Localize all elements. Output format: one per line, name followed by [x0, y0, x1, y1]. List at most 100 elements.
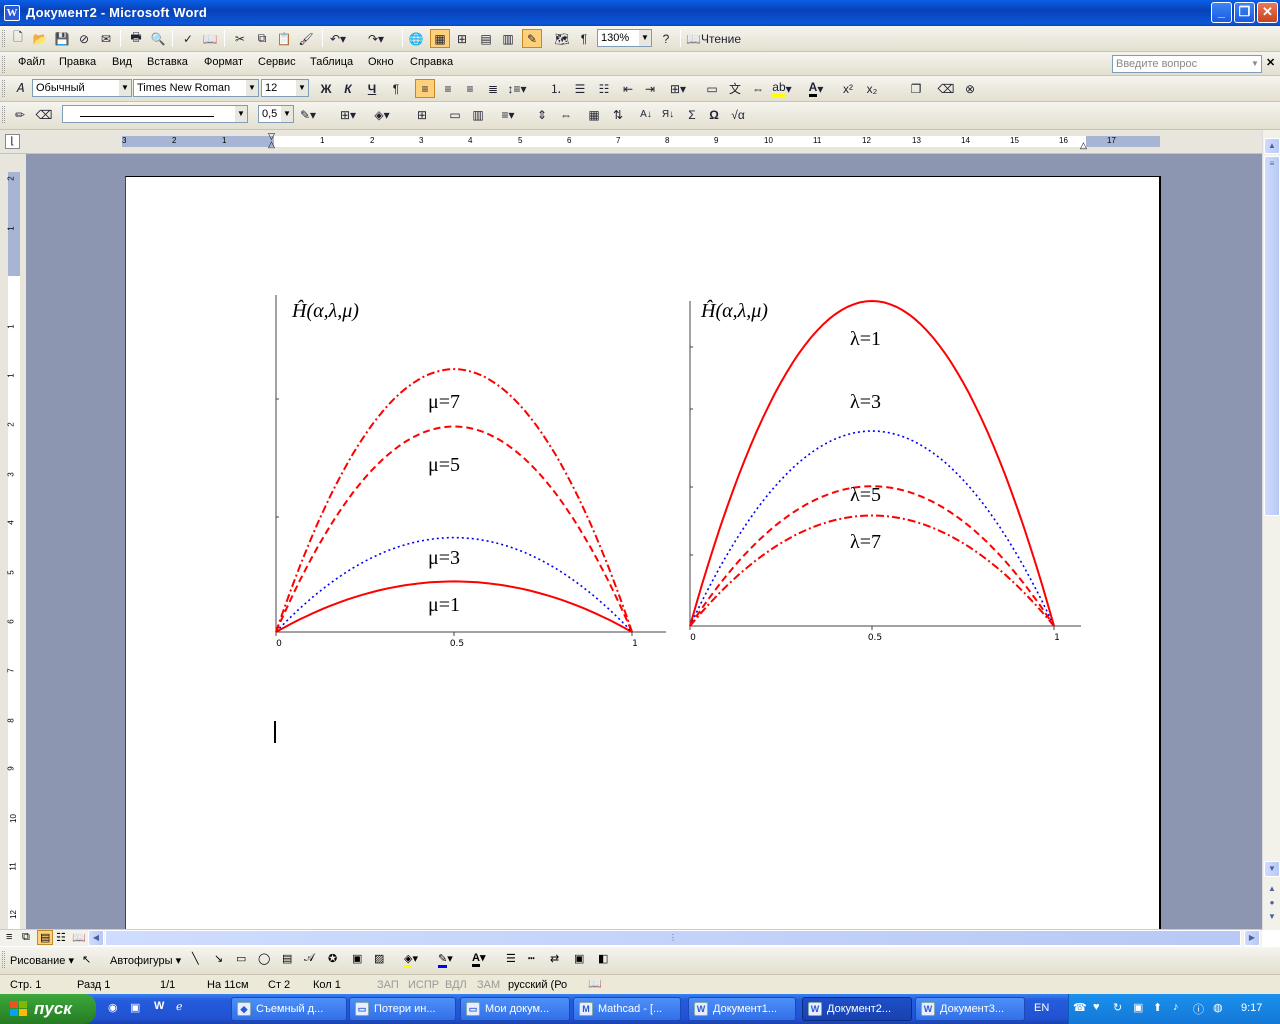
- align-center-button[interactable]: ≡: [438, 79, 458, 98]
- paste-icon[interactable]: 📋: [274, 29, 294, 48]
- status-ext[interactable]: ВДЛ: [445, 979, 467, 991]
- menu-window[interactable]: Окно: [368, 56, 394, 68]
- dash-style-icon[interactable]: ┅: [528, 952, 535, 965]
- numbering-icon[interactable]: ⒈: [546, 79, 566, 98]
- align-left-button[interactable]: ≡: [415, 79, 435, 98]
- menu-file[interactable]: Файл: [18, 56, 45, 68]
- task-document3[interactable]: W Документ3...: [915, 997, 1025, 1021]
- status-language[interactable]: русский (Ро: [508, 979, 567, 991]
- scroll-left-button[interactable]: ◀: [88, 930, 104, 946]
- scroll-up-button[interactable]: ▲: [1264, 138, 1280, 154]
- menu-view[interactable]: Вид: [112, 56, 132, 68]
- close-document-icon[interactable]: ✕: [1266, 56, 1275, 69]
- insert-excel-icon[interactable]: ▤: [476, 29, 496, 48]
- tray-info-icon[interactable]: ⓘ: [1193, 1001, 1204, 1017]
- picture-icon[interactable]: ▨: [374, 952, 384, 965]
- minimize-button[interactable]: _: [1211, 2, 1232, 23]
- hscroll-thumb[interactable]: ⋮: [105, 930, 1241, 946]
- document-map-icon[interactable]: 🗺: [552, 29, 572, 48]
- arrow-tool-icon[interactable]: ↘: [214, 952, 223, 965]
- distribute-cols-icon[interactable]: ⇔: [556, 105, 576, 124]
- menu-format[interactable]: Формат: [204, 56, 243, 68]
- sort-ascending-icon[interactable]: А↓: [636, 105, 656, 124]
- select-objects-icon[interactable]: ↖: [82, 953, 91, 966]
- cut-icon[interactable]: ✂: [230, 29, 250, 48]
- task-losses[interactable]: ▭ Потери ин...: [349, 997, 456, 1021]
- textbox-tool-icon[interactable]: ▤: [282, 952, 292, 965]
- rectangle-tool-icon[interactable]: ▭: [236, 952, 246, 965]
- scroll-thumb[interactable]: ≡: [1264, 156, 1280, 516]
- text-direction-icon[interactable]: ⇅: [608, 105, 628, 124]
- outside-border-icon[interactable]: ⊞▾: [338, 105, 358, 124]
- superscript-icon[interactable]: x²: [838, 79, 858, 98]
- reject-icon[interactable]: ⊗: [960, 79, 980, 98]
- menu-help[interactable]: Справка: [410, 56, 453, 68]
- font-color-icon[interactable]: A ▾: [806, 79, 826, 98]
- arrow-style-icon[interactable]: ⇄: [550, 952, 559, 965]
- horizontal-scrollbar[interactable]: ≡ ⧉ ▤ ☷ 📖 ◀ ⋮ ▶: [0, 929, 1262, 946]
- tray-volume-icon[interactable]: ♪: [1173, 1001, 1179, 1013]
- open-folder-icon[interactable]: 📂: [30, 29, 50, 48]
- research-icon[interactable]: 📖: [200, 29, 220, 48]
- redo-icon[interactable]: ↷▾: [366, 29, 386, 48]
- italic-button[interactable]: К: [338, 79, 358, 98]
- print-preview-icon[interactable]: 🔍: [148, 29, 168, 48]
- pilcrow-icon[interactable]: ¶: [386, 79, 406, 98]
- wordart-icon[interactable]: 𝒜: [304, 952, 314, 965]
- diagram-icon[interactable]: ✪: [328, 952, 337, 965]
- quicklaunch-opera-icon[interactable]: ◉: [108, 1001, 118, 1014]
- equation-icon[interactable]: √α: [728, 105, 748, 124]
- merge-cells-icon[interactable]: ▭: [445, 105, 465, 124]
- insert-table-icon-2[interactable]: ⊞: [412, 105, 432, 124]
- styles-pane-icon[interactable]: ❐: [906, 79, 926, 98]
- quicklaunch-save-icon[interactable]: ▣: [130, 1001, 140, 1014]
- autoformat-icon[interactable]: ▦: [584, 105, 604, 124]
- underline-button[interactable]: Ч: [362, 79, 382, 98]
- align-cell-icon[interactable]: ≡▾: [498, 105, 518, 124]
- status-rec[interactable]: ЗАП: [377, 979, 399, 991]
- line-style-icon[interactable]: ☰: [506, 952, 516, 965]
- styles-icon[interactable]: 𝐴: [10, 79, 30, 98]
- tray-sync-icon[interactable]: ↻: [1113, 1001, 1122, 1014]
- tray-globe-icon[interactable]: ◍: [1213, 1001, 1223, 1014]
- help-question-input[interactable]: Введите вопрос ▼: [1112, 55, 1262, 73]
- outline-icon[interactable]: ☷: [594, 79, 614, 98]
- decrease-indent-icon[interactable]: ⇤: [618, 79, 638, 98]
- quicklaunch-ie-icon[interactable]: ℯ: [176, 1000, 183, 1013]
- task-mathcad[interactable]: M Mathcad - [...: [573, 997, 681, 1021]
- reading-mode-button[interactable]: 📖 Чтение: [686, 29, 750, 48]
- menu-edit[interactable]: Правка: [59, 56, 96, 68]
- line-color-icon[interactable]: ✎▾: [438, 952, 453, 968]
- email-icon[interactable]: ✉: [96, 29, 116, 48]
- print-icon[interactable]: 🖶: [126, 29, 146, 48]
- align-right-button[interactable]: ≡: [460, 79, 480, 98]
- tray-shield-icon[interactable]: ♥: [1093, 1001, 1100, 1013]
- eraser-icon[interactable]: ⌫: [34, 105, 54, 124]
- tray-arrow-icon[interactable]: ⬆: [1153, 1001, 1162, 1014]
- bullets-icon[interactable]: ☰: [570, 79, 590, 98]
- language-indicator[interactable]: EN: [1034, 1002, 1049, 1014]
- first-line-indent-marker[interactable]: ▽ △: [268, 132, 275, 149]
- word-app-icon[interactable]: W: [4, 5, 20, 21]
- tray-app-icon[interactable]: ▣: [1133, 1001, 1143, 1014]
- restore-button[interactable]: ❐: [1234, 2, 1255, 23]
- sort-descending-icon[interactable]: Я↓: [658, 105, 678, 124]
- split-cells-icon[interactable]: ▥: [468, 105, 488, 124]
- menu-table[interactable]: Таблица: [310, 56, 353, 68]
- format-painter-icon[interactable]: 🖌: [296, 29, 316, 48]
- bold-button[interactable]: Ж: [316, 79, 336, 98]
- show-hide-icon[interactable]: ¶: [574, 29, 594, 48]
- status-ovr[interactable]: ЗАМ: [477, 979, 500, 991]
- undo-icon[interactable]: ↶▾: [328, 29, 348, 48]
- new-document-icon[interactable]: 🗋: [8, 29, 28, 48]
- 3d-icon[interactable]: ◧: [598, 952, 608, 965]
- scroll-right-button[interactable]: ▶: [1244, 930, 1260, 946]
- asian-layout-icon[interactable]: 文: [725, 79, 745, 98]
- char-scale-icon[interactable]: ⇔: [748, 79, 768, 98]
- hyperlink-icon[interactable]: 🌐: [406, 29, 426, 48]
- zoom-select[interactable]: 130% ▼: [597, 29, 652, 47]
- document-area[interactable]: 0 0.5 1 Ĥ(α,λ,μ) μ=1 μ=3 μ=5 μ=7 0 0.5 1 Ĥ(α,λ,μ) λ=…: [26, 154, 1262, 930]
- distribute-rows-icon[interactable]: ⇕: [532, 105, 552, 124]
- font-select[interactable]: Times New Roman ▼: [133, 79, 259, 97]
- status-trk[interactable]: ИСПР: [408, 979, 439, 991]
